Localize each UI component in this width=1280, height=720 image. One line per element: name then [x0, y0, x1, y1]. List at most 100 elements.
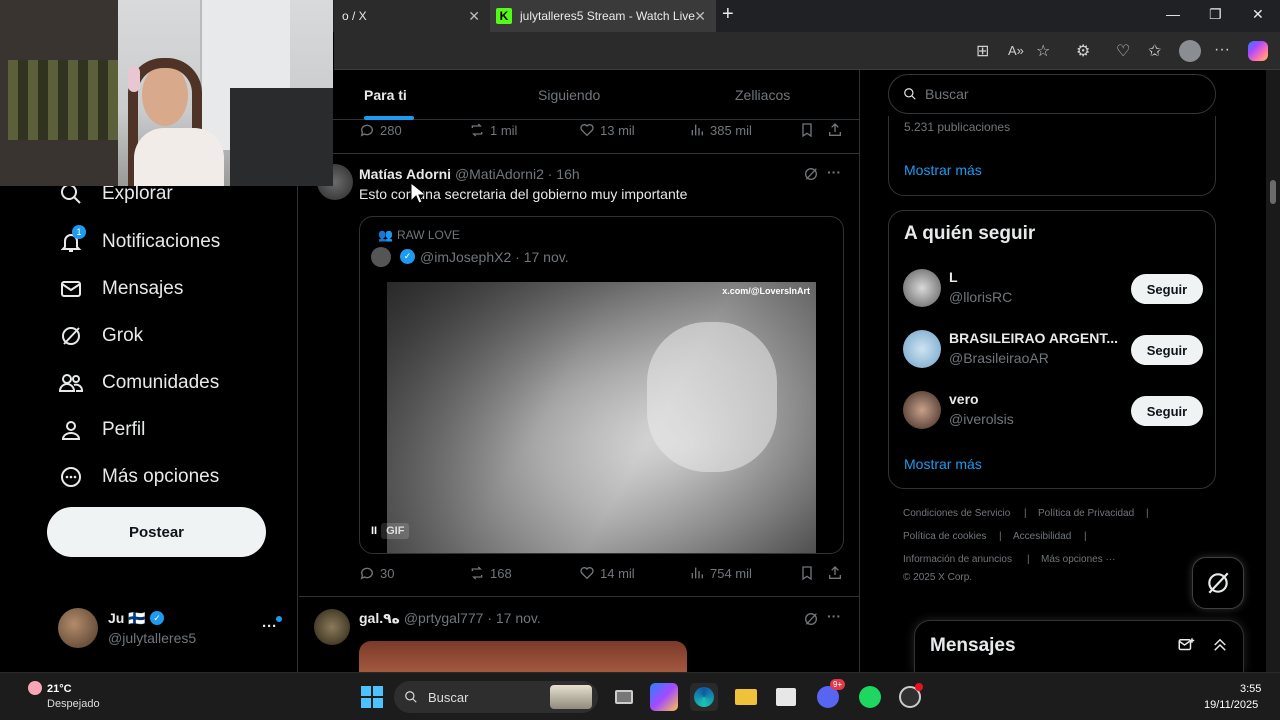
- follow-button[interactable]: Seguir: [1131, 274, 1203, 304]
- spotify-icon[interactable]: [856, 683, 884, 711]
- account-switcher[interactable]: Ju 🇫🇮 ✓ @julytalleres5 ···: [58, 606, 288, 650]
- grok-floating-button[interactable]: [1192, 557, 1244, 609]
- store-icon[interactable]: [772, 683, 800, 711]
- post-button[interactable]: Postear: [47, 507, 266, 557]
- repost-button[interactable]: 168: [469, 565, 512, 581]
- quote-time[interactable]: · 17 nov.: [515, 249, 568, 265]
- weather-widget[interactable]: 21°C Despejado: [18, 679, 128, 715]
- nav-label: Más opciones: [102, 466, 220, 487]
- copilot-app-icon[interactable]: [650, 683, 678, 711]
- browser-tab-kick[interactable]: K julytalleres5 Stream - Watch Live ✕: [490, 0, 716, 32]
- new-tab-icon[interactable]: +: [722, 3, 734, 26]
- cookies-link[interactable]: Política de cookies: [903, 531, 986, 542]
- apps-icon[interactable]: ⊞: [976, 41, 989, 61]
- views-button[interactable]: 385 mil: [689, 122, 752, 138]
- windows-start-icon[interactable]: [358, 683, 386, 711]
- tweet-time[interactable]: · 16h: [548, 166, 580, 182]
- like-button[interactable]: 13 mil: [579, 122, 635, 138]
- show-more-link[interactable]: Mostrar más: [904, 162, 982, 178]
- extensions-icon[interactable]: ⚙: [1076, 41, 1090, 61]
- edge-browser-icon[interactable]: [690, 683, 718, 711]
- grok-icon[interactable]: [803, 166, 819, 187]
- browser-tab-x[interactable]: o / X ✕: [334, 0, 490, 32]
- tweet[interactable]: gal.ه٩ @prtygal777 · 17 nov. ···: [299, 597, 859, 672]
- privacy-link[interactable]: Política de Privacidad: [1038, 508, 1134, 519]
- page-scrollbar[interactable]: [1266, 70, 1280, 672]
- copilot-icon[interactable]: [1248, 41, 1268, 61]
- nav-perfil[interactable]: Perfil: [58, 410, 145, 450]
- minimize-icon[interactable]: —: [1166, 6, 1180, 22]
- views-button[interactable]: 754 mil: [689, 565, 752, 581]
- new-message-icon[interactable]: [1177, 636, 1195, 659]
- more-options-link[interactable]: Más opciones ···: [1041, 554, 1115, 565]
- repost-button[interactable]: 1 mil: [469, 122, 517, 138]
- ads-info-link[interactable]: Información de anuncios: [903, 554, 1012, 565]
- share-icon[interactable]: [827, 122, 843, 138]
- reply-button[interactable]: 30: [359, 565, 394, 581]
- author-name[interactable]: Matías Adorni: [359, 166, 451, 182]
- task-view-icon[interactable]: [610, 683, 638, 711]
- bookmark-icon[interactable]: [799, 122, 815, 138]
- more-icon[interactable]: ···: [262, 618, 277, 635]
- close-tab-icon[interactable]: ✕: [694, 8, 706, 25]
- more-icon[interactable]: ···: [827, 608, 841, 624]
- taskbar-search[interactable]: Buscar: [394, 681, 598, 713]
- tab-zelliacos[interactable]: Zelliacos: [735, 70, 790, 120]
- follow-button[interactable]: Seguir: [1131, 335, 1203, 365]
- expand-chevron-icon[interactable]: [1211, 636, 1229, 659]
- bookmark-icon[interactable]: [799, 565, 815, 581]
- quote-handle[interactable]: @imJosephX2: [420, 249, 511, 265]
- search-placeholder: Buscar: [925, 86, 969, 102]
- settings-more-icon[interactable]: ···: [1214, 41, 1230, 59]
- favorites-icon[interactable]: ✩: [1148, 41, 1161, 61]
- read-aloud-icon[interactable]: A»: [1008, 43, 1024, 58]
- taskbar-search-label: Buscar: [428, 689, 469, 705]
- follow-suggestion[interactable]: L @llorisRC Seguir: [903, 267, 1203, 315]
- more-icon[interactable]: ···: [827, 164, 841, 180]
- accessibility-link[interactable]: Accesibilidad: [1013, 531, 1071, 542]
- tab-siguiendo[interactable]: Siguiendo: [538, 70, 600, 120]
- tweet[interactable]: Matías Adorni @MatiAdorni2 · 16h ··· Est…: [299, 154, 859, 596]
- nav-grok[interactable]: Grok: [58, 316, 143, 356]
- profile-avatar-icon[interactable]: [1179, 40, 1201, 62]
- browser-essentials-icon[interactable]: ♡: [1116, 41, 1130, 61]
- terms-link[interactable]: Condiciones de Servicio: [903, 508, 1010, 519]
- follow-suggestion[interactable]: BRASILEIRAO ARGENT... @BrasileiraoAR Seg…: [903, 328, 1203, 376]
- nav-comunidades[interactable]: Comunidades: [58, 363, 219, 403]
- share-icon[interactable]: [827, 565, 843, 581]
- verified-badge-icon: ✓: [400, 249, 415, 264]
- clock-time[interactable]: 3:55: [1240, 683, 1261, 695]
- nav-mensajes[interactable]: Mensajes: [58, 269, 183, 309]
- discord-icon[interactable]: 9+: [814, 679, 846, 711]
- follow-button[interactable]: Seguir: [1131, 396, 1203, 426]
- like-button[interactable]: 14 mil: [579, 565, 635, 581]
- avatar: [903, 269, 941, 307]
- tweet-media[interactable]: [359, 641, 687, 672]
- quoted-tweet[interactable]: 👥 RAW LOVE ✓ @imJosephX2 · 17 nov. x.com…: [359, 216, 844, 554]
- show-more-link[interactable]: Mostrar más: [904, 456, 982, 472]
- maximize-icon[interactable]: ❐: [1209, 6, 1222, 23]
- clock-date[interactable]: 19/11/2025: [1204, 699, 1258, 711]
- avatar[interactable]: [314, 609, 350, 645]
- author-handle[interactable]: @MatiAdorni2: [455, 166, 544, 182]
- tab-para-ti[interactable]: Para ti: [364, 70, 407, 120]
- follow-suggestion[interactable]: vero @iverolsis Seguir: [903, 389, 1203, 437]
- nav-mas-opciones[interactable]: Más opciones: [58, 457, 219, 497]
- author-name[interactable]: gal.ه٩: [359, 610, 400, 626]
- messages-drawer[interactable]: Mensajes: [914, 620, 1244, 672]
- grok-icon[interactable]: [803, 611, 819, 632]
- favorite-star-icon[interactable]: ☆: [1036, 41, 1050, 61]
- author-handle[interactable]: @prtygal777: [404, 610, 484, 626]
- pause-icon[interactable]: II: [371, 525, 377, 537]
- tweet-time[interactable]: · 17 nov.: [487, 610, 540, 626]
- reply-button[interactable]: 280: [359, 122, 402, 138]
- window-close-icon[interactable]: ✕: [1252, 6, 1264, 23]
- scrollbar-thumb[interactable]: [1270, 180, 1276, 204]
- obs-icon[interactable]: [896, 683, 924, 711]
- search-input[interactable]: Buscar: [888, 74, 1216, 114]
- gif-media[interactable]: x.com/@LoversInArt: [387, 282, 816, 553]
- close-tab-icon[interactable]: ✕: [468, 8, 480, 25]
- file-explorer-icon[interactable]: [732, 683, 760, 711]
- avatar: [58, 608, 98, 648]
- nav-notificaciones[interactable]: 1 Notificaciones: [58, 222, 220, 262]
